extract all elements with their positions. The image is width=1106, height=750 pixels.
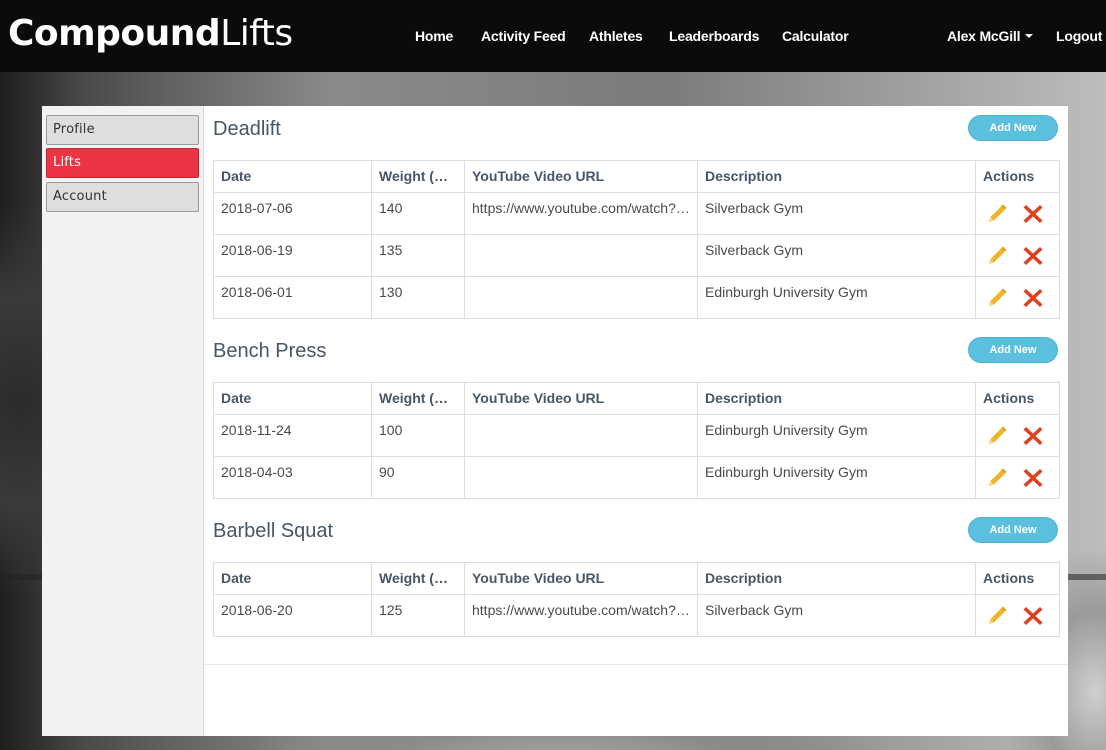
content-divider (204, 664, 1068, 665)
brand-logo-bold: Compound (8, 13, 221, 54)
cell-youtube-url[interactable]: https://www.youtube.com/watch?v=… (464, 192, 698, 235)
close-x-icon[interactable] (1022, 425, 1044, 447)
table-row: 2018-06-20 125 https://www.youtube.com/wat… (213, 594, 1060, 637)
header-weight: Weight (KG) (371, 562, 465, 595)
cell-weight: 125 (371, 594, 465, 637)
pencil-icon[interactable] (986, 467, 1008, 489)
user-menu-name: Alex McGill (947, 28, 1021, 44)
cell-actions (975, 594, 1060, 637)
table-row: 2018-11-24 100 Edinburgh University Gym (213, 414, 1060, 457)
cell-description: Silverback Gym (697, 594, 976, 637)
cell-youtube-url (464, 234, 698, 277)
header-url: YouTube Video URL (464, 160, 698, 193)
table-header-row: Date Weight (KG) YouTube Video URL Descript… (213, 160, 1060, 193)
header-description: Description (697, 562, 976, 595)
caret-down-icon (1025, 34, 1034, 38)
close-x-icon[interactable] (1022, 467, 1044, 489)
table-row: 2018-07-06 140 https://www.youtube.com/wat… (213, 192, 1060, 235)
close-x-icon[interactable] (1022, 203, 1044, 225)
cell-weight: 140 (371, 192, 465, 235)
brand-logo-light: Lifts (220, 13, 293, 54)
header-url: YouTube Video URL (464, 562, 698, 595)
cell-weight: 130 (371, 276, 465, 319)
add-new-button-deadlift[interactable]: Add New (968, 115, 1058, 141)
cell-date: 2018-06-01 (213, 276, 372, 319)
cell-youtube-url (464, 414, 698, 457)
header-url: YouTube Video URL (464, 382, 698, 415)
cell-description: Silverback Gym (697, 234, 976, 277)
nav-link-home[interactable]: Home (415, 28, 453, 44)
header-description: Description (697, 382, 976, 415)
nav-link-athletes[interactable]: Athletes (589, 28, 643, 44)
header-weight: Weight (KG) (371, 382, 465, 415)
cell-description: Silverback Gym (697, 192, 976, 235)
add-new-button-bench-press[interactable]: Add New (968, 337, 1058, 363)
header-weight: Weight (KG) (371, 160, 465, 193)
main-panel: Profile Lifts Account Deadlift Add New Dat… (42, 106, 1068, 736)
cell-date: 2018-07-06 (213, 192, 372, 235)
cell-actions (975, 192, 1060, 235)
sidebar-item-profile[interactable]: Profile (46, 115, 199, 145)
close-x-icon[interactable] (1022, 245, 1044, 267)
header-date: Date (213, 160, 372, 193)
header-date: Date (213, 382, 372, 415)
brand-logo[interactable]: CompoundLifts (8, 13, 293, 54)
pencil-icon[interactable] (986, 425, 1008, 447)
section-title-barbell-squat: Barbell Squat (213, 520, 334, 542)
pencil-icon[interactable] (986, 245, 1008, 267)
sidebar: Profile Lifts Account (42, 106, 204, 736)
cell-description: Edinburgh University Gym (697, 414, 976, 457)
lifts-table-deadlift: Date Weight (KG) YouTube Video URL Descript… (213, 160, 1060, 319)
pencil-icon[interactable] (986, 287, 1008, 309)
nav-link-leaderboards[interactable]: Leaderboards (669, 28, 759, 44)
cell-actions (975, 276, 1060, 319)
sidebar-item-account[interactable]: Account (46, 182, 199, 212)
table-row: 2018-04-03 90 Edinburgh University Gym (213, 456, 1060, 499)
section-title-deadlift: Deadlift (213, 118, 281, 140)
lifts-table-bench-press: Date Weight (KG) YouTube Video URL Descript… (213, 382, 1060, 499)
cell-date: 2018-11-24 (213, 414, 372, 457)
cell-actions (975, 414, 1060, 457)
table-row: 2018-06-19 135 Silverback Gym (213, 234, 1060, 277)
header-actions: Actions (975, 562, 1060, 595)
close-x-icon[interactable] (1022, 605, 1044, 627)
add-new-button-barbell-squat[interactable]: Add New (968, 517, 1058, 543)
table-header-row: Date Weight (KG) YouTube Video URL Descript… (213, 382, 1060, 415)
cell-weight: 90 (371, 456, 465, 499)
logout-link[interactable]: Logout (1056, 28, 1102, 44)
cell-youtube-url[interactable]: https://www.youtube.com/watch?v=-… (464, 594, 698, 637)
lifts-table-barbell-squat: Date Weight (KG) YouTube Video URL Descript… (213, 562, 1060, 637)
top-navbar: CompoundLifts Home Activity Feed Athlete… (0, 0, 1106, 72)
cell-date: 2018-06-19 (213, 234, 372, 277)
close-x-icon[interactable] (1022, 287, 1044, 309)
pencil-icon[interactable] (986, 605, 1008, 627)
pencil-icon[interactable] (986, 203, 1008, 225)
header-actions: Actions (975, 160, 1060, 193)
sidebar-item-lifts[interactable]: Lifts (46, 148, 199, 178)
header-description: Description (697, 160, 976, 193)
lifts-content: Deadlift Add New Date Weight (KG) YouTube Vi… (204, 106, 1068, 736)
cell-actions (975, 456, 1060, 499)
table-row: 2018-06-01 130 Edinburgh University Gym (213, 276, 1060, 319)
table-header-row: Date Weight (KG) YouTube Video URL Descript… (213, 562, 1060, 595)
header-date: Date (213, 562, 372, 595)
section-title-bench-press: Bench Press (213, 340, 327, 362)
nav-link-calculator[interactable]: Calculator (782, 28, 849, 44)
header-actions: Actions (975, 382, 1060, 415)
cell-description: Edinburgh University Gym (697, 456, 976, 499)
cell-actions (975, 234, 1060, 277)
nav-link-activity-feed[interactable]: Activity Feed (481, 28, 566, 44)
cell-youtube-url (464, 276, 698, 319)
cell-date: 2018-06-20 (213, 594, 372, 637)
cell-weight: 100 (371, 414, 465, 457)
cell-date: 2018-04-03 (213, 456, 372, 499)
cell-weight: 135 (371, 234, 465, 277)
cell-description: Edinburgh University Gym (697, 276, 976, 319)
user-menu[interactable]: Alex McGill (947, 28, 1034, 44)
cell-youtube-url (464, 456, 698, 499)
